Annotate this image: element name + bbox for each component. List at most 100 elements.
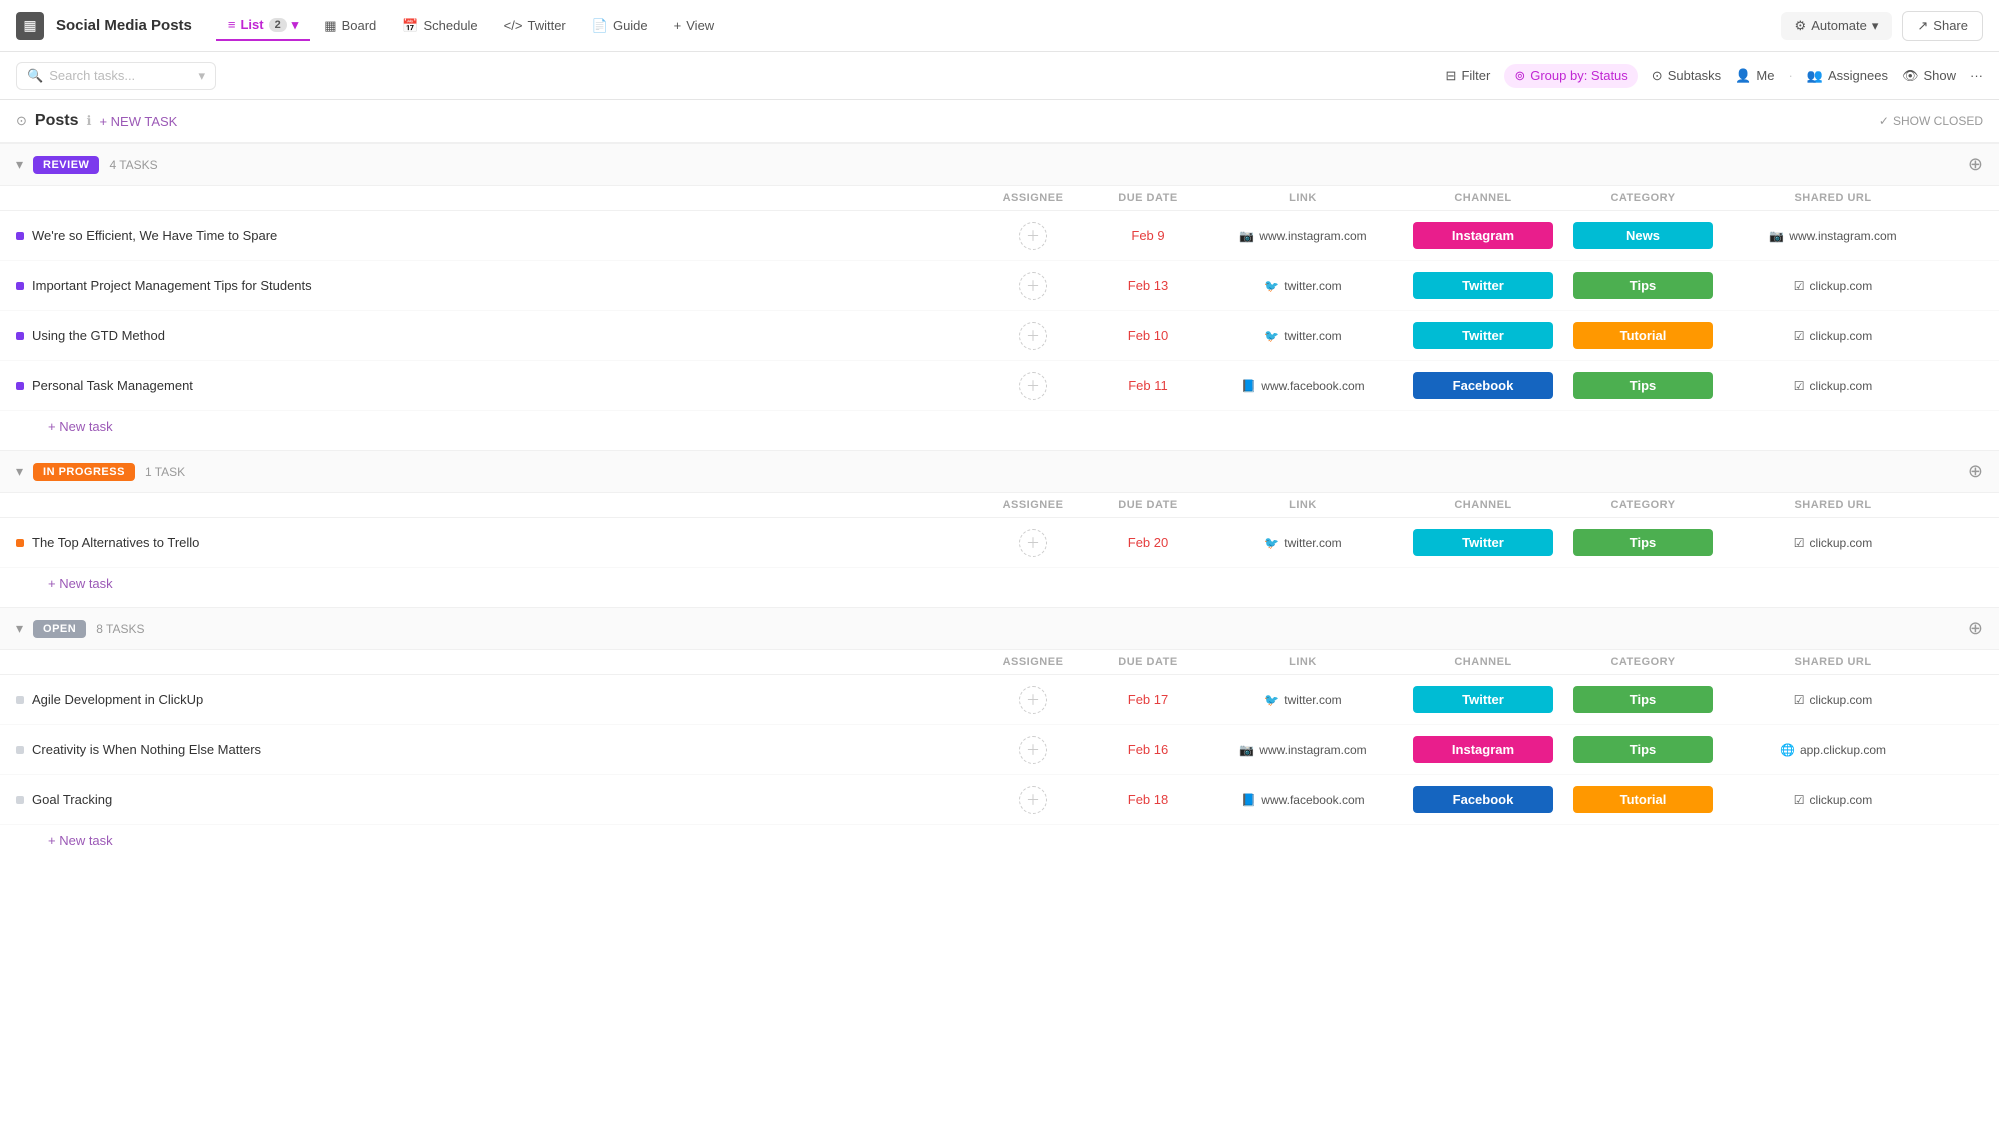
- assignee-avatar[interactable]: ＋: [1019, 272, 1047, 300]
- review-add-button[interactable]: ⊕: [1968, 154, 1983, 175]
- link-cell[interactable]: 📘 www.facebook.com: [1203, 379, 1403, 393]
- task-name[interactable]: Creativity is When Nothing Else Matters: [32, 742, 261, 757]
- shared-url-cell[interactable]: ☑ clickup.com: [1723, 379, 1943, 393]
- automate-button[interactable]: ⚙ Automate ▾: [1781, 12, 1893, 40]
- search-box[interactable]: 🔍 Search tasks... ▾: [16, 62, 216, 90]
- users-icon: 👥: [1807, 68, 1823, 84]
- tab-board[interactable]: ▦ Board: [312, 12, 388, 40]
- inprogress-label: IN PROGRESS: [33, 463, 135, 481]
- tab-twitter[interactable]: </> Twitter: [492, 12, 578, 39]
- channel-cell: Twitter: [1403, 686, 1563, 713]
- filter-button[interactable]: ⊟ Filter: [1446, 68, 1491, 84]
- clickup-icon: ☑: [1794, 693, 1805, 707]
- chevron-down-icon: ▾: [1872, 18, 1879, 34]
- link-cell[interactable]: 🐦 twitter.com: [1203, 536, 1403, 550]
- link-cell[interactable]: 🐦 twitter.com: [1203, 329, 1403, 343]
- category-cell: Tips: [1563, 686, 1723, 713]
- separator: ·: [1788, 68, 1792, 83]
- assignee-avatar[interactable]: ＋: [1019, 222, 1047, 250]
- review-group-header: ▾ REVIEW 4 TASKS ⊕: [0, 143, 1999, 186]
- channel-badge: Twitter: [1413, 322, 1553, 349]
- tab-guide[interactable]: 📄 Guide: [580, 12, 660, 40]
- open-new-task-button[interactable]: + New task: [0, 825, 1999, 856]
- assignee-avatar[interactable]: ＋: [1019, 529, 1047, 557]
- posts-new-task-button[interactable]: + NEW TASK: [99, 114, 177, 129]
- open-col-headers: ASSIGNEE DUE DATE LINK CHANNEL CATEGORY …: [0, 650, 1999, 675]
- due-date-cell: Feb 9: [1093, 228, 1203, 243]
- col-header-due: DUE DATE: [1093, 192, 1203, 204]
- task-name[interactable]: Agile Development in ClickUp: [32, 692, 203, 707]
- inprogress-new-task-button[interactable]: + New task: [0, 568, 1999, 599]
- table-row: Personal Task Management ＋ Feb 11 📘 www.…: [0, 361, 1999, 411]
- link-cell[interactable]: 📷 www.instagram.com: [1203, 229, 1403, 243]
- open-collapse-icon[interactable]: ▾: [16, 620, 23, 637]
- shared-url-cell[interactable]: ☑ clickup.com: [1723, 329, 1943, 343]
- assignees-button[interactable]: 👥 Assignees: [1807, 68, 1888, 84]
- tab-add-view[interactable]: + View: [662, 12, 727, 39]
- inprogress-collapse-icon[interactable]: ▾: [16, 463, 23, 480]
- due-date-cell: Feb 18: [1093, 792, 1203, 807]
- task-color-dot: [16, 282, 24, 290]
- twitter-icon: 🐦: [1264, 329, 1279, 343]
- assignee-avatar[interactable]: ＋: [1019, 686, 1047, 714]
- tab-list[interactable]: ≡ List 2 ▾: [216, 11, 310, 41]
- main-content: ⊙ Posts ℹ + NEW TASK ✓ SHOW CLOSED ▾ REV…: [0, 100, 1999, 856]
- group-by-button[interactable]: ⊚ Group by: Status: [1504, 64, 1637, 88]
- category-badge: Tips: [1573, 686, 1713, 713]
- review-collapse-icon[interactable]: ▾: [16, 156, 23, 173]
- clickup-icon: ☑: [1794, 793, 1805, 807]
- open-add-button[interactable]: ⊕: [1968, 618, 1983, 639]
- col-header-name: [16, 499, 973, 511]
- due-date-cell: Feb 10: [1093, 328, 1203, 343]
- assignee-avatar[interactable]: ＋: [1019, 372, 1047, 400]
- category-badge: News: [1573, 222, 1713, 249]
- board-icon: ▦: [324, 18, 336, 34]
- me-button[interactable]: 👤 Me: [1735, 68, 1774, 84]
- inprogress-add-button[interactable]: ⊕: [1968, 461, 1983, 482]
- show-button[interactable]: 👁 Show: [1902, 68, 1956, 84]
- shared-url-cell[interactable]: ☑ clickup.com: [1723, 536, 1943, 550]
- collapse-posts-icon[interactable]: ⊙: [16, 113, 27, 129]
- document-icon: 📄: [592, 18, 608, 34]
- open-group: ▾ OPEN 8 TASKS ⊕ ASSIGNEE DUE DATE LINK …: [0, 607, 1999, 856]
- task-name[interactable]: Using the GTD Method: [32, 328, 165, 343]
- search-icon: 🔍: [27, 68, 43, 84]
- share-button[interactable]: ↗ Share: [1902, 11, 1983, 41]
- subtasks-icon: ⊙: [1652, 68, 1663, 84]
- task-name[interactable]: We're so Efficient, We Have Time to Spar…: [32, 228, 277, 243]
- table-row: Goal Tracking ＋ Feb 18 📘 www.facebook.co…: [0, 775, 1999, 825]
- shared-url-cell[interactable]: ☑ clickup.com: [1723, 793, 1943, 807]
- assignee-cell: ＋: [973, 736, 1093, 764]
- tab-schedule[interactable]: 📅 Schedule: [390, 12, 489, 40]
- chevron-down-icon: ▾: [198, 68, 205, 84]
- assignee-avatar[interactable]: ＋: [1019, 322, 1047, 350]
- inprogress-group: ▾ IN PROGRESS 1 TASK ⊕ ASSIGNEE DUE DATE…: [0, 450, 1999, 599]
- col-header-link: LINK: [1203, 192, 1403, 204]
- task-name[interactable]: Important Project Management Tips for St…: [32, 278, 312, 293]
- task-name[interactable]: Goal Tracking: [32, 792, 112, 807]
- task-name[interactable]: Personal Task Management: [32, 378, 193, 393]
- link-cell[interactable]: 🐦 twitter.com: [1203, 279, 1403, 293]
- assignee-avatar[interactable]: ＋: [1019, 736, 1047, 764]
- due-date-cell: Feb 20: [1093, 535, 1203, 550]
- shared-url-cell[interactable]: 📷 www.instagram.com: [1723, 229, 1943, 243]
- shared-url-cell[interactable]: ☑ clickup.com: [1723, 693, 1943, 707]
- review-new-task-button[interactable]: + New task: [0, 411, 1999, 442]
- clickup-icon: ☑: [1794, 379, 1805, 393]
- shared-url-cell[interactable]: ☑ clickup.com: [1723, 279, 1943, 293]
- subtasks-button[interactable]: ⊙ Subtasks: [1652, 68, 1721, 84]
- link-cell[interactable]: 📷 www.instagram.com: [1203, 743, 1403, 757]
- task-name-cell: Important Project Management Tips for St…: [16, 270, 973, 301]
- col-header-name: [16, 656, 973, 668]
- assignee-cell: ＋: [973, 222, 1093, 250]
- link-cell[interactable]: 📘 www.facebook.com: [1203, 793, 1403, 807]
- task-color-dot: [16, 696, 24, 704]
- link-cell[interactable]: 🐦 twitter.com: [1203, 693, 1403, 707]
- shared-url-cell[interactable]: 🌐 app.clickup.com: [1723, 743, 1943, 757]
- show-closed-button[interactable]: ✓ SHOW CLOSED: [1879, 114, 1983, 128]
- assignee-avatar[interactable]: ＋: [1019, 786, 1047, 814]
- top-nav: ▦ Social Media Posts ≡ List 2 ▾ ▦ Board …: [0, 0, 1999, 52]
- more-button[interactable]: ···: [1970, 68, 1983, 83]
- task-name[interactable]: The Top Alternatives to Trello: [32, 535, 199, 550]
- channel-badge: Instagram: [1413, 222, 1553, 249]
